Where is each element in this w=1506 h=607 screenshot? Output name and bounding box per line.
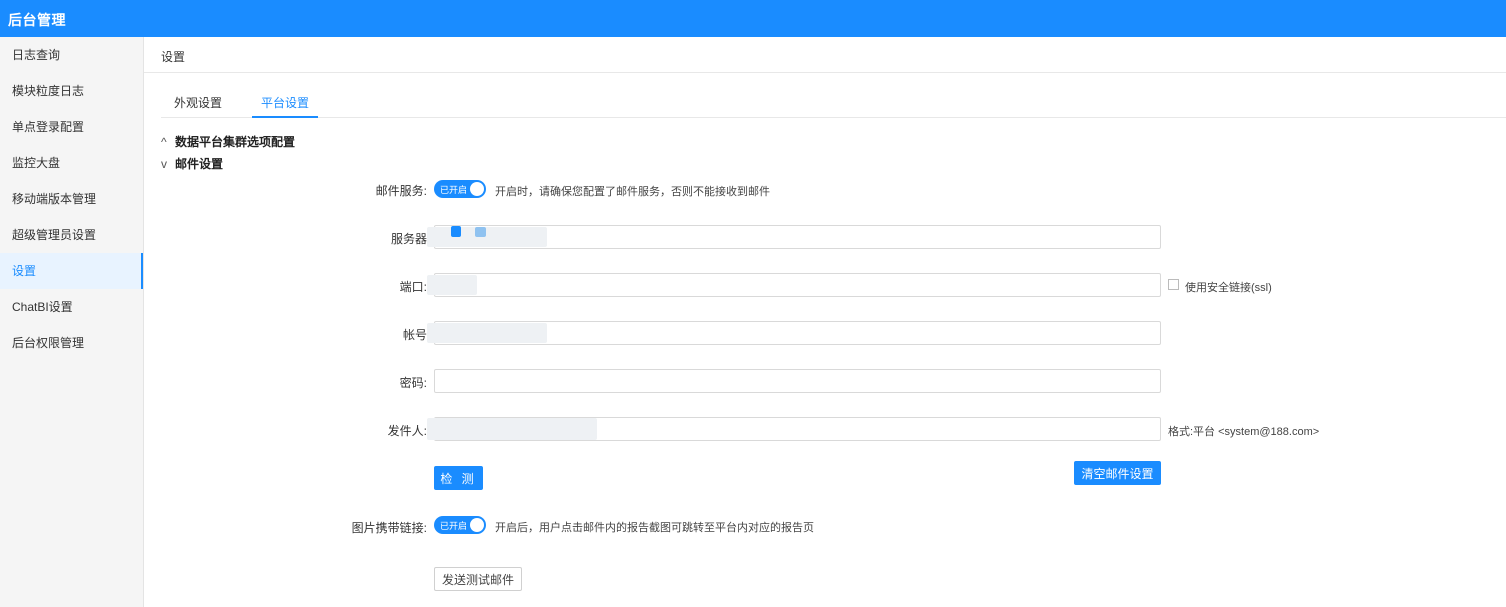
account-label: 帐号 [402,328,427,342]
page-header: 设置 [144,37,1506,73]
port-label: 端口: [399,280,427,294]
redacted-sender-value [427,418,597,440]
tab-bar: 外观设置 平台设置 [161,88,1506,118]
password-input[interactable] [434,369,1161,393]
sidebar: 日志查询 模块粒度日志 单点登录配置 监控大盘 移动端版本管理 超级管理员设置 … [0,37,144,607]
tab-platform[interactable]: 平台设置 [252,94,318,118]
image-link-switch[interactable]: 已开启 [434,516,486,534]
sender-format-note: 格式:平台 <system@188.com> [1168,426,1320,438]
sidebar-item-chatbi[interactable]: ChatBI设置 [0,289,143,325]
top-bar: 后台管理 [0,0,1506,37]
page-title: 设置 [161,50,186,64]
sender-label: 发件人: [387,424,427,438]
mail-service-label: 邮件服务: [375,184,427,198]
redacted-account-value [427,323,547,343]
ssl-checkbox[interactable] [1168,279,1179,290]
tab-appearance[interactable]: 外观设置 [174,94,222,118]
mail-service-hint: 开启时，请确保您配置了邮件服务，否则不能接收到邮件 [495,186,770,198]
switch-knob [470,182,484,196]
sidebar-item-super-admin[interactable]: 超级管理员设置 [0,217,143,253]
mail-service-switch[interactable]: 已开启 [434,180,486,198]
chevron-up-icon: ^ [161,135,167,149]
sidebar-item-monitor[interactable]: 监控大盘 [0,145,143,181]
redacted-mark [475,227,486,237]
ssl-label: 使用安全链接(ssl) [1185,282,1272,294]
sidebar-item-log-query[interactable]: 日志查询 [0,37,143,73]
main-content: 设置 外观设置 平台设置 ^ 数据平台集群选项配置 v 邮件设置 邮件服务: 已开启… [144,37,1506,607]
server-label: 服务器 [390,232,427,246]
detect-button[interactable]: 检 测 [434,466,483,490]
sidebar-item-module-log[interactable]: 模块粒度日志 [0,73,143,109]
clear-mail-settings-button[interactable]: 清空邮件设置 [1074,461,1161,485]
password-label: 密码: [399,376,427,390]
section-mail-label: 邮件设置 [175,157,224,171]
chevron-down-icon: v [161,157,167,171]
port-input[interactable] [434,273,1161,297]
mail-service-switch-text: 已开启 [440,185,468,195]
switch-knob [470,518,484,532]
image-link-switch-text: 已开启 [440,521,468,531]
image-link-label: 图片携带链接: [351,521,427,535]
sidebar-item-permissions[interactable]: 后台权限管理 [0,325,143,361]
image-link-hint: 开启后，用户点击邮件内的报告截图可跳转至平台内对应的报告页 [495,522,814,534]
sidebar-item-sso-config[interactable]: 单点登录配置 [0,109,143,145]
section-mail-toggle[interactable]: v 邮件设置 [161,155,223,172]
send-test-mail-button[interactable]: 发送测试邮件 [434,567,522,591]
sidebar-item-settings[interactable]: 设置 [0,253,143,289]
app-title: 后台管理 [8,12,66,28]
redacted-mark [451,226,461,237]
redacted-port-value [427,275,477,295]
section-cluster-label: 数据平台集群选项配置 [175,135,296,149]
redacted-server-value [427,227,547,247]
sidebar-item-mobile-version[interactable]: 移动端版本管理 [0,181,143,217]
section-cluster-toggle[interactable]: ^ 数据平台集群选项配置 [161,133,295,150]
